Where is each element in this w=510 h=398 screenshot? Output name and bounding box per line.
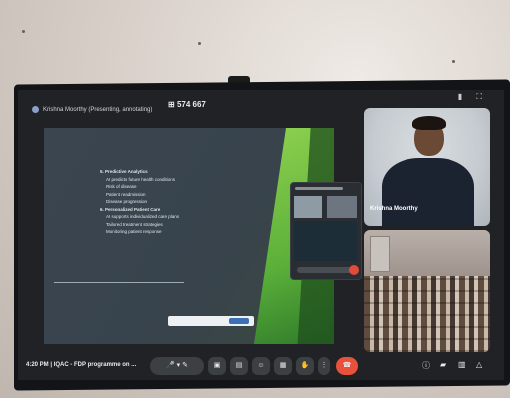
meeting-code: ⊞ 574 667 (168, 100, 206, 109)
preview-controls[interactable] (297, 267, 355, 273)
stop-presenting-button[interactable] (349, 265, 359, 275)
annotation-line (54, 282, 184, 283)
person-hair (412, 116, 446, 130)
mic-camera-group[interactable]: 🎤 ▾ ✎ (150, 357, 204, 375)
wall-mark (198, 42, 201, 45)
participant-name: Krishna Moorthy (370, 206, 418, 212)
audience-rows (364, 276, 490, 352)
present-icon[interactable]: ▣ (208, 357, 226, 375)
presenter-label: Krishna Moorthy (Presenting, annotating) (32, 106, 152, 113)
presenting-preview-window[interactable] (290, 182, 362, 280)
preview-video (327, 196, 357, 218)
slide-bullet: 5. Predictive Analytics (100, 169, 148, 174)
end-call-button[interactable]: ☎ (336, 357, 358, 375)
participant-tile-classroom[interactable] (364, 230, 490, 352)
activities-icon[interactable]: △ (476, 360, 482, 369)
people-icon[interactable]: ▥ (458, 360, 466, 369)
meeting-time-title: 4:20 PM | IQAC - FDP programme on ... (26, 362, 137, 368)
slide-bullet: Patient readmission (106, 191, 146, 197)
slide-bullet: Disease progression (106, 199, 148, 204)
layout-icon[interactable]: ▦ (274, 357, 292, 375)
slide-bullet: Monitoring patient response (106, 229, 162, 234)
preview-title (295, 187, 343, 190)
top-right-icons[interactable]: ▮ ⛶ (458, 92, 488, 102)
bottom-toolbar: 4:20 PM | IQAC - FDP programme on ... 🎤 … (18, 356, 504, 380)
slide-bullet-list: 5. Predictive Analytics AI predicts futur… (100, 168, 179, 236)
avatar (32, 106, 39, 113)
wall-mark (22, 30, 25, 33)
wall-mark (452, 60, 455, 63)
preview-video (294, 196, 322, 218)
emoji-icon[interactable]: ☺ (252, 357, 270, 375)
slide-bullet: AI predicts future health conditions (106, 176, 176, 182)
participant-tile-speaker[interactable]: Krishna Moorthy (364, 108, 490, 226)
slide-bullet: Risk of disease (106, 184, 137, 189)
slide-bullet: Tailored treatment strategies (106, 221, 163, 227)
room-door (370, 236, 390, 272)
meeting-screen: Krishna Moorthy (Presenting, annotating)… (18, 90, 504, 380)
more-icon[interactable]: ⋮ (318, 357, 330, 375)
chat-icon[interactable]: ▰ (440, 360, 446, 369)
slide-bullet: AI supports individualized care plans (106, 214, 180, 219)
info-icon[interactable]: ⓘ (422, 360, 430, 371)
hand-icon[interactable]: ✋ (296, 357, 314, 375)
slide-bullet: 6. Personalized Patient Care (100, 206, 161, 212)
slide-input-box (168, 316, 254, 326)
person-body (382, 158, 474, 226)
preview-screen (294, 221, 357, 261)
slide-button (229, 318, 249, 324)
captions-icon[interactable]: ▤ (230, 357, 248, 375)
